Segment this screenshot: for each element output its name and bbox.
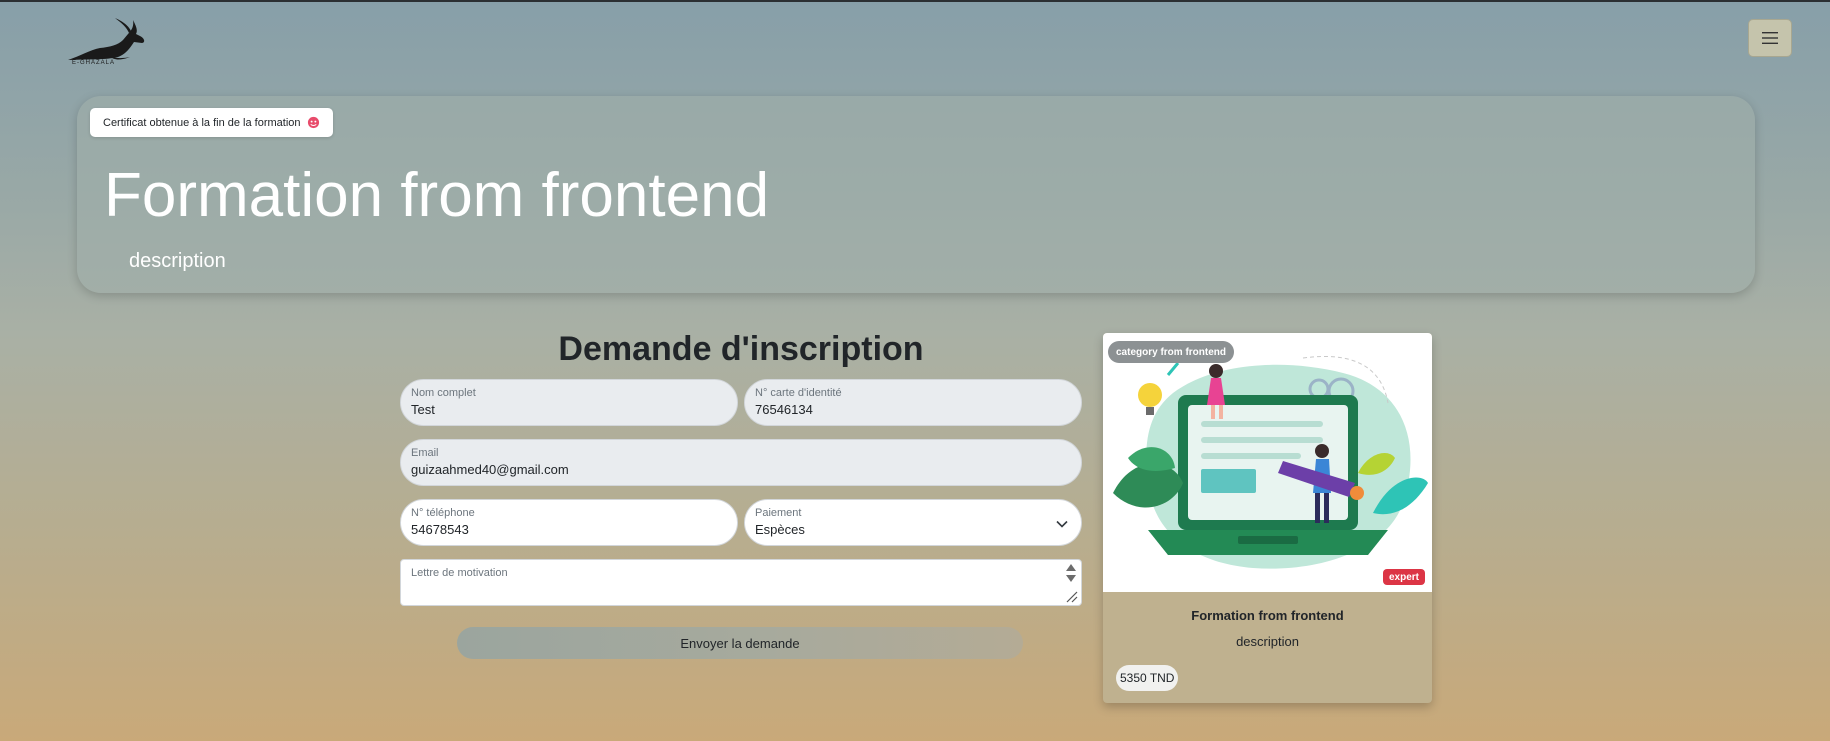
phone-value[interactable]: 54678543 [411,522,727,537]
course-illustration: category from frontend expert [1103,333,1432,592]
certificate-badge: Certificat obtenue à la fin de la format… [90,108,333,137]
page-description: description [129,250,226,272]
resize-grip-icon[interactable] [1064,589,1078,603]
id-card-field[interactable]: N° carte d'identité 76546134 [744,379,1082,426]
id-card-value[interactable]: 76546134 [755,402,1071,417]
logo-text: E-GHAZALA [72,60,116,66]
payment-label: Paiement [755,507,802,519]
payment-select[interactable]: Paiement Espèces [744,499,1082,546]
full-name-label: Nom complet [411,387,476,399]
navbar-toggle-button[interactable] [1748,19,1792,57]
level-badge: expert [1383,569,1426,585]
email-field[interactable]: Email guizaahmed40@gmail.com [400,439,1082,486]
top-border [0,0,1830,2]
page-title: Formation from frontend [104,161,770,230]
phone-field[interactable]: N° téléphone 54678543 [400,499,738,546]
laptop-illustration [1113,356,1428,569]
category-badge: category from frontend [1108,341,1235,363]
course-card[interactable]: category from frontend expert Formation … [1103,333,1432,703]
hamburger-icon [1762,32,1778,44]
card-description: description [1236,634,1299,649]
brand-logo[interactable]: E-GHAZALA [60,12,148,68]
email-label: Email [411,447,439,459]
motivation-textarea[interactable]: Lettre de motivation [400,559,1082,606]
certificate-badge-label: Certificat obtenue à la fin de la format… [103,116,301,129]
email-value[interactable]: guizaahmed40@gmail.com [411,462,1071,477]
smiling-face-with-hearts-icon [307,116,319,129]
form-title: Demande d'inscription [558,330,924,368]
payment-value: Espèces [755,522,805,537]
phone-label: N° téléphone [411,507,475,519]
price-badge: 5350 TND [1116,665,1179,691]
chevron-down-icon [1056,520,1068,528]
full-name-value[interactable]: Test [411,402,727,417]
textarea-scroll-arrows-icon[interactable] [1064,562,1078,584]
full-name-field[interactable]: Nom complet Test [400,379,738,426]
id-card-label: N° carte d'identité [755,387,842,399]
card-title[interactable]: Formation from frontend [1103,608,1432,623]
motivation-label: Lettre de motivation [411,567,508,579]
submit-request-button[interactable]: Envoyer la demande [457,627,1023,659]
